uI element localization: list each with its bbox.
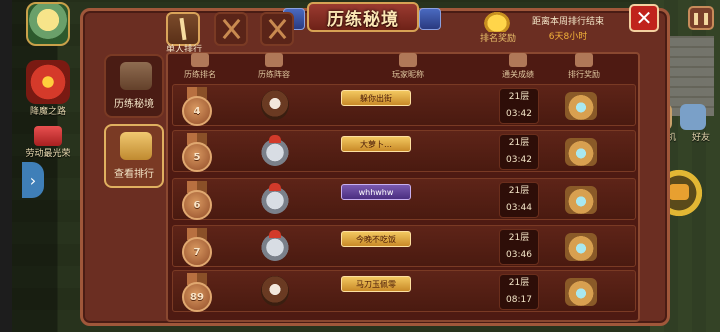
reward-chest-icon[interactable] [565,92,597,120]
player-name[interactable]: 今晚不吃饭 [341,231,411,247]
score-header-icon [509,53,527,67]
player-name[interactable]: 躲你出街 [341,90,411,106]
pause-button[interactable]: ❚❚ [688,6,714,30]
floor-reached: 21层 [508,233,530,243]
ribbon-icon [34,126,62,146]
table-row[interactable]: 7 今晚不吃饭 21层 03:46 [172,225,636,267]
header-rank: 历练排名 [172,53,228,80]
reward-chest-icon[interactable] [565,138,597,166]
floor-reached: 21层 [508,92,530,102]
labor-event-label: 劳动最光荣 [25,149,71,159]
close-button[interactable]: ✕ [629,4,659,32]
rank-medal-icon: 7 [179,228,215,267]
rank-number: 5 [182,142,212,172]
clear-score: 21层 03:42 [499,134,539,170]
side-menu-label: 查看排行 [114,169,154,180]
tab-solo-ranking[interactable] [166,12,200,46]
lineup-hero-icon[interactable] [261,135,289,166]
table-row[interactable]: 89 马刀玉佩零 21层 08:17 [172,270,636,312]
rank-number: 7 [182,237,212,267]
header-lineup: 历练阵容 [246,53,302,80]
clear-time: 03:46 [506,250,532,260]
clear-score: 21层 03:44 [499,182,539,218]
clear-score: 21层 03:42 [499,88,539,124]
trial-realm-icon [120,62,152,90]
banner-flag-right-icon [419,8,441,30]
ranking-reward-icon[interactable] [482,10,512,32]
rank-medal-icon: 5 [179,133,215,172]
ranking-reward-label[interactable]: 排名奖励 [480,31,516,44]
header-player-name: 玩家昵称 [380,53,436,80]
close-icon: ✕ [635,6,653,30]
demon-icon [26,60,70,104]
player-name[interactable]: whhwhw [341,184,411,200]
rank-medal-icon: 89 [179,273,215,312]
reward-chest-icon[interactable] [565,233,597,261]
pause-icon: ❚❚ [690,11,712,25]
table-row[interactable]: 5 大萝卜… 21层 03:42 [172,130,636,172]
friends-label: 好友 [691,133,710,143]
tab-crossed-swords-1[interactable] [214,12,248,46]
reward-chest-icon[interactable] [565,186,597,214]
reward-chest-icon[interactable] [565,278,597,306]
floor-reached: 21层 [508,138,530,148]
player-name[interactable]: 马刀玉佩零 [341,276,411,292]
side-menu-label: 历练秘境 [114,99,154,110]
chat-bubble-icon [669,184,689,200]
side-menu-view-ranking[interactable]: 查看排行 [104,124,164,188]
rank-medal-icon: 4 [179,87,215,126]
lineup-hero-icon[interactable] [261,90,289,120]
rank-medal-icon: 6 [179,181,215,220]
header-reward: 排行奖励 [556,53,612,80]
panel-title: 历练秘境 [307,2,419,32]
reward-header-icon [575,53,593,67]
expand-arrow-button[interactable]: › [22,162,44,198]
clear-time: 03:44 [506,203,532,213]
clear-time: 03:42 [506,155,532,165]
clear-time: 08:17 [506,295,532,305]
labor-event-button[interactable]: 劳动最光荣 [22,126,74,159]
rank-number: 4 [182,96,212,126]
player-header-icon [399,53,417,67]
rank-number: 89 [182,282,212,312]
floor-reached: 21层 [508,186,530,196]
countdown-value: 6天8小时 [548,32,588,42]
rank-number: 6 [182,190,212,220]
demon-road-label: 降魔之路 [29,107,66,117]
clear-score: 21层 08:17 [499,274,539,310]
clear-time: 03:42 [506,109,532,119]
hero-avatar-button[interactable] [22,2,74,46]
demon-road-button[interactable]: 降魔之路 [22,60,74,117]
header-clear-score: 通关成绩 [490,53,546,80]
table-row[interactable]: 6 whhwhw 21层 03:44 [172,178,636,220]
table-header: 历练排名 历练阵容 玩家昵称 通关成绩 排行奖励 [172,53,634,81]
rank-header-icon [191,53,209,67]
countdown-label: 距离本周排行结束 [531,17,604,27]
lineup-header-icon [265,53,283,67]
lineup-hero-icon[interactable] [261,276,289,306]
player-name[interactable]: 大萝卜… [341,136,411,152]
chevron-right-icon: › [29,170,37,190]
side-menu-trial-realm[interactable]: 历练秘境 [104,54,164,118]
tab-crossed-swords-2[interactable] [260,12,294,46]
lineup-hero-icon[interactable] [261,183,289,214]
lineup-hero-icon[interactable] [261,230,289,261]
floor-reached: 21层 [508,278,530,288]
friends-icon[interactable] [680,104,706,130]
table-row[interactable]: 4 躲你出街 21层 03:42 [172,84,636,126]
ranking-icon [120,132,152,160]
week-countdown: 距离本周排行结束 6天8小时 [526,14,610,42]
clear-score: 21层 03:46 [499,229,539,265]
hero-avatar-icon [26,2,70,46]
